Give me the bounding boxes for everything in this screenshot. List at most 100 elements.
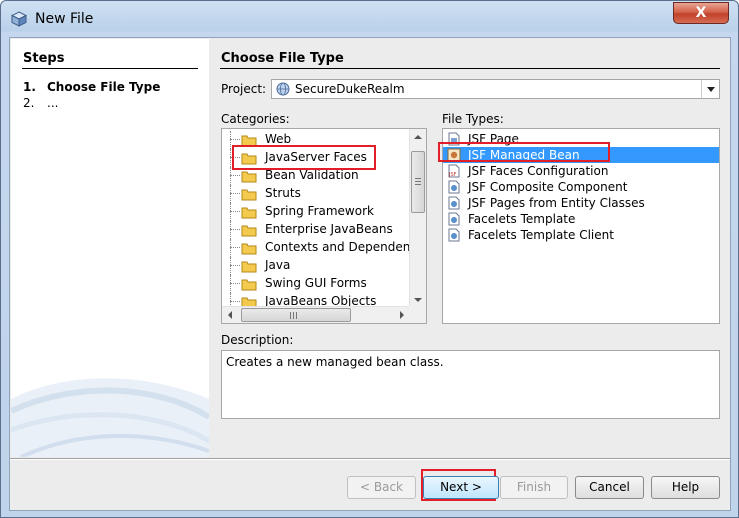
folder-icon bbox=[241, 225, 257, 237]
description-text: Creates a new managed bean class. bbox=[226, 355, 444, 369]
chevron-down-icon[interactable] bbox=[701, 80, 719, 98]
category-item-spring-framework[interactable]: Spring Framework bbox=[222, 203, 412, 221]
category-item-java[interactable]: Java bbox=[222, 257, 412, 275]
folder-icon bbox=[241, 189, 257, 201]
grip-icon bbox=[415, 178, 421, 185]
file-types-label: File Types: bbox=[442, 112, 504, 126]
scroll-left-arrow-icon[interactable] bbox=[222, 307, 239, 323]
description-label: Description: bbox=[221, 333, 294, 347]
file-type-item[interactable]: JSF JSF Faces Configuration bbox=[443, 163, 719, 179]
close-icon: X bbox=[695, 5, 707, 21]
dialog-body: Steps 1. Choose File Type 2.... Choose Fi… bbox=[9, 37, 731, 511]
tree-line bbox=[230, 211, 240, 212]
tree-line bbox=[230, 221, 231, 239]
tree-line bbox=[230, 275, 231, 293]
title-bar[interactable]: New File X bbox=[1, 1, 739, 37]
back-button[interactable]: < Back bbox=[347, 476, 416, 499]
cancel-button[interactable]: Cancel bbox=[575, 476, 644, 499]
folder-icon bbox=[241, 207, 257, 219]
category-item-swing-gui-forms[interactable]: Swing GUI Forms bbox=[222, 275, 412, 293]
category-label: Web bbox=[265, 132, 292, 146]
highlight-box-category bbox=[232, 145, 376, 170]
categories-vertical-scrollbar[interactable] bbox=[409, 129, 426, 308]
file-type-item[interactable]: Facelets Template Client bbox=[443, 227, 719, 243]
footer-divider-highlight bbox=[10, 459, 730, 460]
project-value: SecureDukeRealm bbox=[295, 82, 405, 96]
tree-line bbox=[230, 247, 240, 248]
step-number: 2. bbox=[23, 96, 35, 110]
folder-icon bbox=[241, 171, 257, 183]
file-type-label: JSF Faces Configuration bbox=[468, 164, 609, 178]
tree-line bbox=[230, 239, 231, 257]
file-type-label: Facelets Template Client bbox=[468, 228, 614, 242]
help-button[interactable]: Help bbox=[651, 476, 720, 499]
tree-line bbox=[230, 283, 240, 284]
facelets-template-icon bbox=[448, 212, 460, 226]
step-number: 1. bbox=[23, 80, 36, 94]
finish-button[interactable]: Finish bbox=[500, 476, 568, 499]
tree-line bbox=[230, 139, 240, 140]
steps-title: Steps bbox=[23, 51, 65, 66]
next-button[interactable]: Next > bbox=[423, 476, 499, 499]
file-type-item[interactable]: JSF Composite Component bbox=[443, 179, 719, 195]
tree-line bbox=[230, 175, 240, 176]
categories-label: Categories: bbox=[221, 112, 290, 126]
category-item-enterprise-javabeans[interactable]: Enterprise JavaBeans bbox=[222, 221, 412, 239]
svg-text:JSF: JSF bbox=[448, 172, 457, 178]
cube-icon bbox=[11, 11, 27, 27]
folder-icon bbox=[241, 261, 257, 273]
category-label: Swing GUI Forms bbox=[265, 276, 367, 290]
scroll-thumb[interactable] bbox=[241, 308, 351, 322]
project-select[interactable]: SecureDukeRealm bbox=[271, 79, 720, 99]
scroll-corner bbox=[409, 306, 426, 323]
globe-project-icon bbox=[276, 82, 290, 96]
steps-divider bbox=[22, 68, 198, 69]
step-item-2: 2.... bbox=[23, 96, 58, 110]
category-label: Spring Framework bbox=[265, 204, 374, 218]
file-type-label: JSF Pages from Entity Classes bbox=[468, 196, 645, 210]
tree-line bbox=[230, 203, 231, 221]
dialog-window: New File X Steps 1. Choose File Type 2...… bbox=[0, 0, 739, 518]
tree-line bbox=[230, 131, 231, 149]
category-label: Contexts and Dependency Injection bbox=[265, 240, 426, 254]
categories-horizontal-scrollbar[interactable] bbox=[222, 306, 410, 323]
jsf-config-icon: JSF bbox=[448, 164, 460, 178]
step-label: ... bbox=[47, 96, 59, 110]
section-divider bbox=[220, 68, 720, 69]
tree-line bbox=[230, 167, 231, 185]
description-box: Creates a new managed bean class. bbox=[221, 350, 720, 419]
category-label: Java bbox=[265, 258, 291, 272]
facelets-client-icon bbox=[448, 228, 460, 242]
tree-line bbox=[230, 193, 240, 194]
entity-pages-icon bbox=[448, 196, 460, 210]
highlight-box-file-type bbox=[438, 142, 610, 162]
file-type-item[interactable]: JSF Pages from Entity Classes bbox=[443, 195, 719, 211]
category-item-contexts-dependency[interactable]: Contexts and Dependency Injection bbox=[222, 239, 426, 257]
file-type-item[interactable]: Facelets Template bbox=[443, 211, 719, 227]
category-item-struts[interactable]: Struts bbox=[222, 185, 412, 203]
file-type-label: Facelets Template bbox=[468, 212, 576, 226]
category-label: Enterprise JavaBeans bbox=[265, 222, 393, 236]
folder-icon bbox=[241, 279, 257, 291]
category-label: Struts bbox=[265, 186, 301, 200]
file-type-label: JSF Composite Component bbox=[468, 180, 628, 194]
scroll-up-arrow-icon[interactable] bbox=[410, 129, 426, 146]
tree-line bbox=[230, 265, 240, 266]
section-title: Choose File Type bbox=[221, 51, 344, 66]
tree-line bbox=[230, 301, 240, 302]
tree-line bbox=[230, 185, 231, 203]
tree-line bbox=[230, 229, 240, 230]
tree-line bbox=[230, 257, 231, 275]
project-label: Project: bbox=[221, 82, 267, 96]
step-item-1: 1. Choose File Type bbox=[23, 80, 160, 94]
category-label: Bean Validation bbox=[265, 168, 359, 182]
step-label: Choose File Type bbox=[47, 80, 161, 94]
window-title: New File bbox=[35, 11, 94, 27]
folder-icon bbox=[241, 243, 257, 255]
close-button[interactable]: X bbox=[673, 2, 729, 24]
scroll-thumb[interactable] bbox=[411, 151, 425, 213]
grip-icon bbox=[290, 312, 297, 319]
scroll-right-arrow-icon[interactable] bbox=[393, 307, 410, 323]
tree-line bbox=[230, 149, 231, 167]
steps-panel: Steps 1. Choose File Type 2.... bbox=[11, 39, 209, 457]
